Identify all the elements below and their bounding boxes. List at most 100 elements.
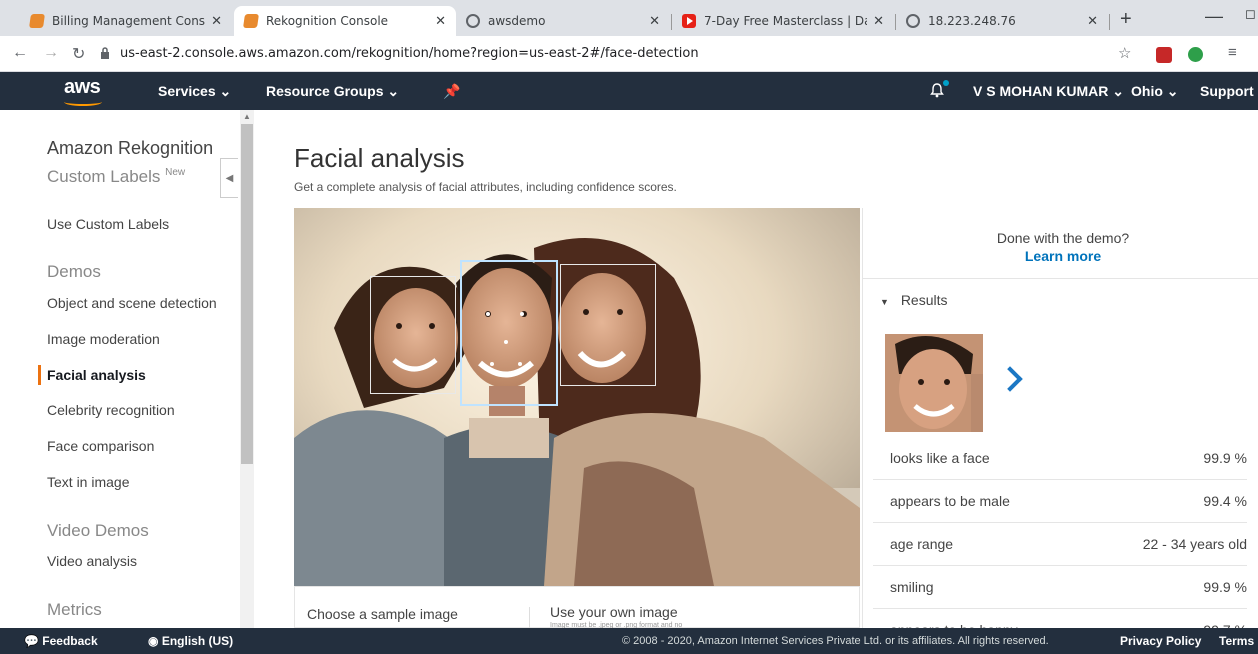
sidebar-title[interactable]: Amazon Rekognition: [47, 138, 213, 159]
restore-button[interactable]: ◻: [1245, 6, 1256, 22]
collapse-sidebar-button[interactable]: ◀: [220, 158, 238, 198]
support-menu[interactable]: Support: [1200, 83, 1254, 99]
bookmark-star-icon[interactable]: ☆: [1118, 44, 1131, 62]
browser-tab[interactable]: Billing Management Console ✕: [20, 6, 232, 36]
account-menu[interactable]: V S MOHAN KUMAR ⌄: [973, 83, 1124, 100]
privacy-policy-link[interactable]: Privacy Policy: [1120, 634, 1201, 648]
chevron-right-icon[interactable]: [997, 366, 1023, 392]
analysis-image[interactable]: [294, 208, 860, 586]
result-name: age range: [890, 536, 954, 552]
landmark-dot: [518, 362, 522, 366]
tab-title: 18.223.248.76: [928, 14, 1016, 28]
browser-tab[interactable]: awsdemo ✕: [456, 6, 670, 36]
address-bar[interactable]: us-east-2.console.aws.amazon.com/rekogni…: [120, 46, 699, 61]
scroll-up-icon[interactable]: ▲: [243, 112, 251, 121]
copyright-text: © 2008 - 2020, Amazon Internet Services …: [622, 635, 1049, 647]
close-tab-icon[interactable]: ✕: [1087, 14, 1098, 29]
image-source-panel: Choose a sample image Use your own image…: [294, 586, 860, 629]
sidebar-section-demos: Demos: [47, 262, 101, 281]
forward-icon[interactable]: →: [43, 44, 59, 62]
face-thumbnail[interactable]: [885, 334, 983, 432]
caret-down-icon: ▼: [880, 297, 889, 307]
tab-separator: [1109, 14, 1110, 30]
globe-icon: [466, 14, 480, 28]
resource-groups-label: Resource Groups: [266, 83, 384, 99]
browser-tab[interactable]: 7-Day Free Masterclass | Day 4 ✕: [672, 6, 894, 36]
aws-logo-text: aws: [64, 76, 101, 98]
active-indicator: [38, 365, 41, 385]
aws-icon: [29, 14, 45, 28]
notification-bell-icon[interactable]: [930, 80, 949, 101]
feedback-button[interactable]: 💬 Feedback: [24, 634, 98, 648]
scrollbar-thumb[interactable]: [241, 124, 253, 464]
support-label: Support: [1200, 83, 1254, 99]
browser-toolbar: ← → ↻ us-east-2.console.aws.amazon.com/r…: [0, 36, 1258, 72]
close-tab-icon[interactable]: ✕: [873, 14, 884, 29]
language-label: English (US): [161, 634, 234, 648]
section-label: Custom Labels: [47, 167, 161, 186]
language-selector[interactable]: ◉ English (US): [148, 634, 233, 648]
sidebar-item-face-comparison[interactable]: Face comparison: [47, 438, 154, 454]
aws-smile-icon: [64, 98, 102, 106]
learn-more-link[interactable]: Learn more: [863, 248, 1258, 264]
browser-tab[interactable]: 18.223.248.76 ✕: [896, 6, 1108, 36]
speech-bubble-icon: 💬: [24, 634, 39, 648]
chevron-down-icon: ⌄: [387, 83, 400, 99]
landmark-dot: [520, 312, 524, 316]
resource-groups-menu[interactable]: Resource Groups ⌄: [266, 83, 399, 100]
menu-icon[interactable]: ≡: [1228, 44, 1237, 61]
result-name: looks like a face: [890, 450, 990, 466]
extension-icon[interactable]: [1156, 47, 1172, 63]
demo-done-text: Done with the demo?: [996, 230, 1130, 246]
back-icon[interactable]: ←: [12, 44, 28, 62]
browser-tab-strip: Billing Management Console ✕ Rekognition…: [0, 0, 1258, 36]
result-row: looks like a face 99.9 %: [873, 437, 1247, 480]
sidebar-section-custom-labels: Custom Labels New: [47, 167, 185, 187]
sidebar-item-image-moderation[interactable]: Image moderation: [47, 331, 160, 347]
minimize-button[interactable]: —: [1205, 6, 1223, 27]
aws-logo[interactable]: aws: [64, 76, 102, 106]
results-toggle[interactable]: ▼ Results: [880, 292, 948, 308]
chevron-down-icon: ⌄: [1112, 83, 1124, 99]
face-bounding-box-selected[interactable]: [460, 260, 558, 406]
sidebar-scrollbar[interactable]: ▲: [240, 110, 254, 628]
footer: 💬 Feedback ◉ English (US) © 2008 - 2020,…: [0, 628, 1258, 654]
services-menu[interactable]: Services ⌄: [158, 83, 231, 100]
region-menu[interactable]: Ohio ⌄: [1131, 83, 1179, 100]
sidebar-item-use-custom-labels[interactable]: Use Custom Labels: [47, 216, 169, 232]
new-tab-button[interactable]: +: [1120, 8, 1132, 31]
sidebar: Amazon Rekognition Custom Labels New Use…: [0, 110, 240, 628]
sidebar-item-facial-analysis[interactable]: Facial analysis: [47, 367, 146, 383]
extension-icon[interactable]: [1188, 47, 1203, 62]
close-tab-icon[interactable]: ✕: [211, 14, 222, 29]
sidebar-item-text-in-image[interactable]: Text in image: [47, 474, 129, 490]
close-tab-icon[interactable]: ✕: [435, 14, 446, 29]
aws-top-nav: aws Services ⌄ Resource Groups ⌄ 📌 V S M…: [0, 72, 1258, 110]
landmark-dot: [490, 362, 494, 366]
terms-link[interactable]: Terms: [1219, 634, 1254, 648]
close-tab-icon[interactable]: ✕: [649, 14, 660, 29]
pin-icon[interactable]: 📌: [443, 83, 460, 100]
sidebar-item-object-scene-detection[interactable]: Object and scene detection: [47, 295, 217, 311]
lock-icon: [101, 47, 109, 59]
reload-icon[interactable]: ↻: [72, 44, 85, 64]
chevron-down-icon: ⌄: [219, 83, 232, 99]
notification-dot: [943, 80, 949, 86]
result-value: 99.4 %: [1203, 493, 1247, 509]
sidebar-item-celebrity-recognition[interactable]: Celebrity recognition: [47, 402, 175, 418]
face-bounding-box[interactable]: [560, 264, 656, 386]
divider: [529, 607, 530, 629]
face-bounding-box[interactable]: [370, 276, 456, 394]
choose-sample-image[interactable]: Choose a sample image: [307, 606, 458, 622]
result-value: 22 - 34 years old: [1142, 536, 1247, 552]
new-badge: New: [165, 167, 186, 178]
use-own-image[interactable]: Use your own image: [550, 604, 678, 620]
globe-icon: [906, 14, 920, 28]
aws-icon: [243, 14, 259, 28]
sidebar-item-video-analysis[interactable]: Video analysis: [47, 553, 137, 569]
youtube-icon: [682, 14, 696, 28]
sidebar-section-metrics: Metrics: [47, 600, 102, 619]
feedback-label: Feedback: [42, 634, 98, 648]
browser-tab-active[interactable]: Rekognition Console ✕: [234, 6, 456, 36]
divider: [863, 278, 1258, 279]
